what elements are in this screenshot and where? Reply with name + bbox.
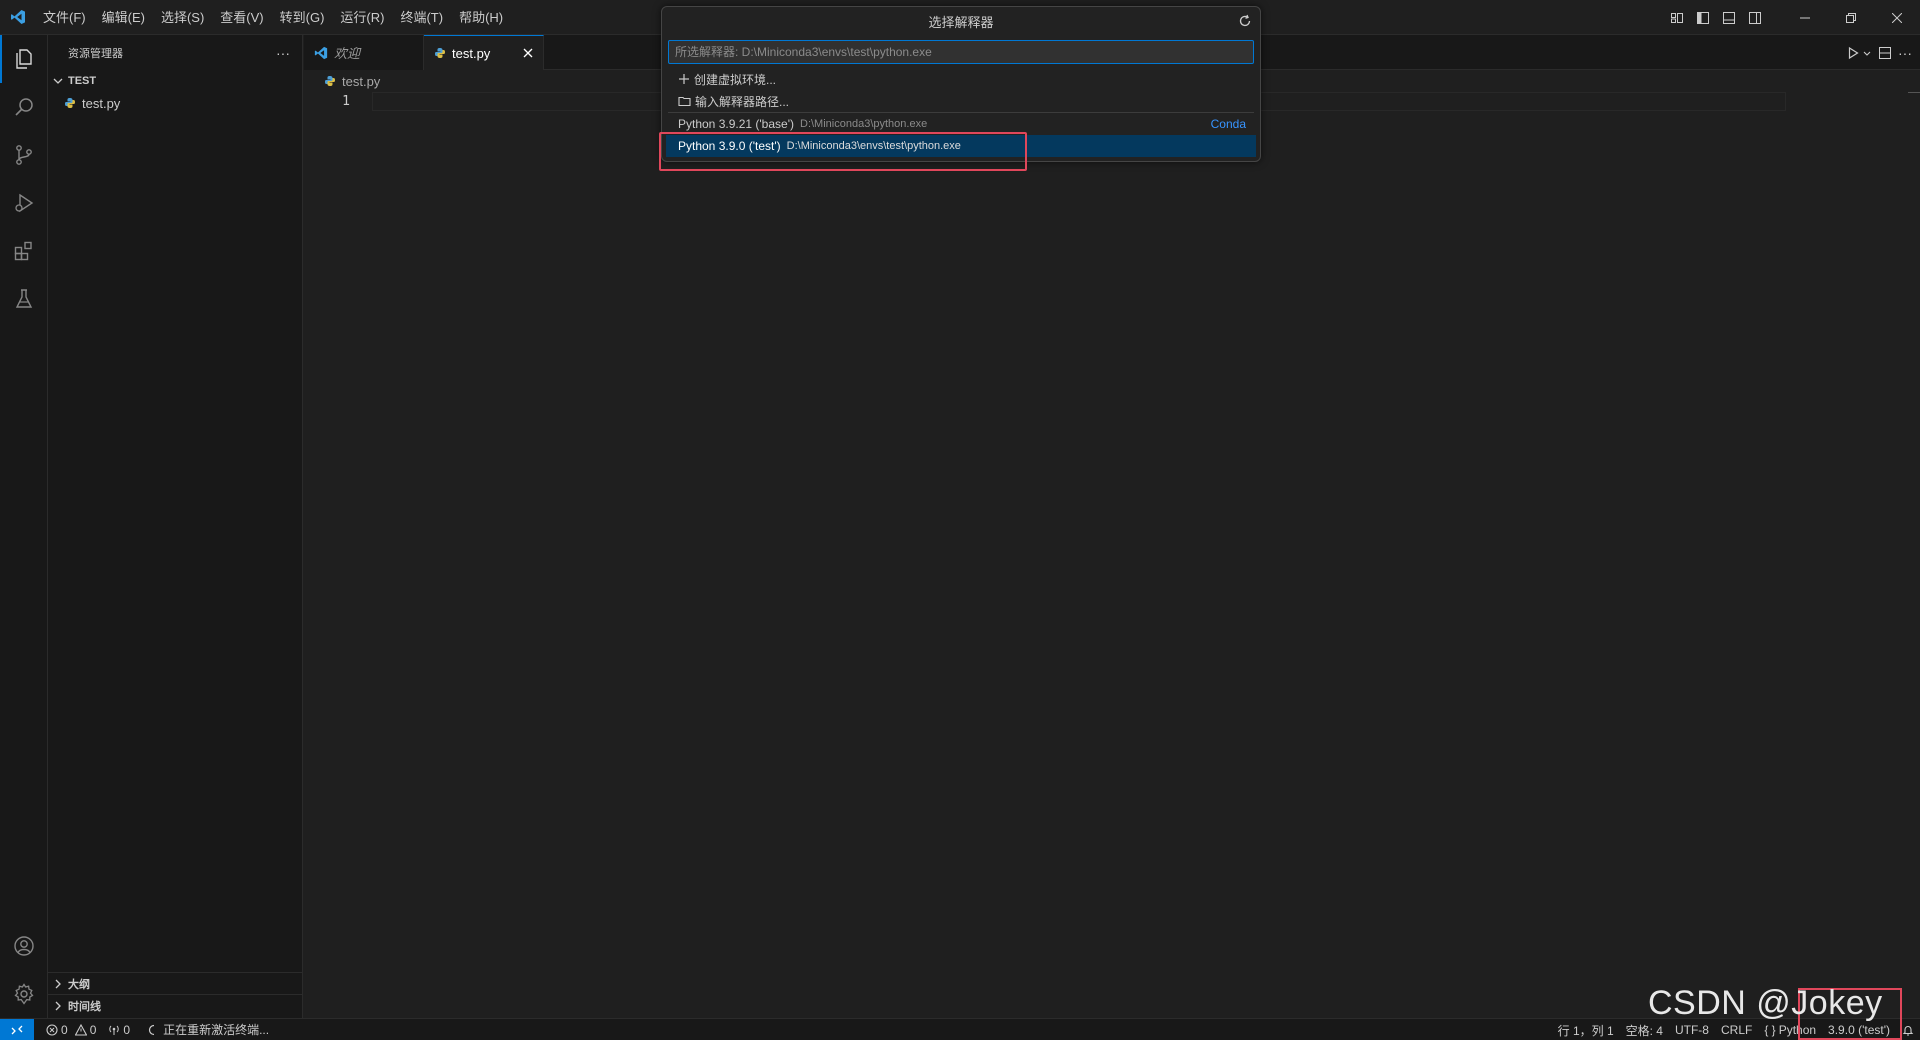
remote-indicator-icon[interactable]: [0, 1018, 34, 1040]
split-editor-icon[interactable]: [1878, 46, 1892, 60]
ports-count: 0: [123, 1022, 131, 1037]
outline-section[interactable]: 大纲: [48, 972, 302, 994]
folder-name: TEST: [68, 75, 97, 87]
braces-icon: { }: [1764, 1023, 1776, 1037]
menu-go[interactable]: 转到(G): [272, 0, 333, 35]
timeline-section[interactable]: 时间线: [48, 994, 302, 1016]
restore-icon[interactable]: [1828, 0, 1874, 35]
settings-gear-icon[interactable]: [0, 970, 48, 1018]
close-window-icon[interactable]: [1874, 0, 1920, 35]
source-control-icon[interactable]: [0, 131, 48, 179]
close-tab-icon[interactable]: [523, 48, 533, 58]
menu-view[interactable]: 查看(V): [212, 0, 271, 35]
refresh-icon[interactable]: [1236, 12, 1254, 30]
ports-indicator[interactable]: 0: [102, 1019, 136, 1040]
more-actions-button[interactable]: ···: [276, 45, 290, 61]
plus-icon: [678, 73, 690, 85]
testing-icon[interactable]: [0, 275, 48, 323]
quickpick-title: 选择解释器: [928, 14, 994, 30]
conda-tag: Conda: [1210, 117, 1246, 131]
explorer-sidebar: 资源管理器 ··· TEST test.py 大纲 时间线: [48, 35, 303, 1018]
run-and-debug-icon[interactable]: [0, 179, 48, 227]
search-icon[interactable]: [0, 83, 48, 131]
cursor-position[interactable]: 行 1，列 1: [1552, 1019, 1620, 1040]
run-python-file-icon[interactable]: [1846, 46, 1872, 60]
more-actions-icon[interactable]: ···: [1898, 45, 1912, 61]
minimap: [1908, 92, 1920, 93]
activity-bar: [0, 35, 48, 1018]
breadcrumb: test.py: [304, 70, 380, 92]
file-name: test.py: [82, 95, 121, 111]
tab-label: 欢迎: [334, 46, 361, 61]
chevron-down-icon: [52, 75, 64, 87]
python-file-icon: [324, 75, 336, 87]
minimize-icon[interactable]: [1782, 0, 1828, 35]
python-file-icon: [434, 47, 446, 59]
radio-tower-icon: [108, 1024, 120, 1036]
vscode-logo-icon: [314, 46, 328, 60]
folder-icon: [678, 95, 691, 107]
outline-label: 大纲: [68, 978, 90, 991]
chevron-right-icon: [52, 978, 64, 990]
file-item-test-py[interactable]: test.py: [48, 92, 302, 114]
menu-edit[interactable]: 编辑(E): [94, 0, 153, 35]
explorer-icon[interactable]: [0, 35, 48, 83]
toggle-panel-icon[interactable]: [1716, 0, 1742, 35]
menu-run[interactable]: 运行(R): [332, 0, 392, 35]
tab-welcome[interactable]: 欢迎: [304, 35, 424, 70]
editor-actions: ···: [1846, 35, 1920, 70]
toggle-secondary-sidebar-icon[interactable]: [1742, 0, 1768, 35]
activity-indicator: 正在重新激活终端...: [142, 1019, 275, 1040]
error-icon: [46, 1023, 58, 1036]
interpreter-label: Python 3.9.21 ('base'): [678, 117, 794, 131]
menu-help[interactable]: 帮助(H): [451, 0, 511, 35]
menu-file[interactable]: 文件(F): [35, 0, 94, 35]
enter-interpreter-path-item[interactable]: 输入解释器路径...: [662, 90, 1260, 112]
item-label: 输入解释器路径...: [695, 94, 790, 109]
breadcrumb-file[interactable]: test.py: [342, 74, 380, 89]
timeline-label: 时间线: [68, 1000, 101, 1013]
extensions-icon[interactable]: [0, 227, 48, 275]
item-label: 创建虚拟环境...: [694, 72, 777, 87]
accounts-icon[interactable]: [0, 922, 48, 970]
menu-selection[interactable]: 选择(S): [153, 0, 212, 35]
warning-count: 0: [89, 1022, 97, 1037]
folder-section-test[interactable]: TEST: [48, 70, 302, 92]
chevron-right-icon: [52, 1000, 64, 1012]
warning-icon: [74, 1023, 87, 1036]
watermark: CSDN @Jokey: [1648, 984, 1883, 1022]
vscode-logo-icon: [0, 0, 35, 35]
create-environment-item[interactable]: 创建虚拟环境...: [662, 68, 1260, 90]
window-controls: [1664, 0, 1920, 35]
line-number: 1: [342, 94, 350, 109]
status-bar: 0 0 0 正在重新激活终端... 行 1，列 1 空格: 4 UTF-8 CR…: [0, 1018, 1920, 1040]
problems-indicator[interactable]: 0 0: [40, 1019, 102, 1040]
activity-text: 正在重新激活终端...: [163, 1023, 270, 1037]
interpreter-path: D:\Miniconda3\python.exe: [800, 118, 928, 130]
tab-label: test.py: [452, 45, 491, 61]
annotation-highlight-box: [659, 132, 1027, 171]
error-count: 0: [61, 1022, 68, 1037]
toggle-primary-sidebar-icon[interactable]: [1690, 0, 1716, 35]
loading-spinner-icon: [148, 1024, 160, 1036]
python-file-icon: [64, 97, 76, 109]
menu-bar: 文件(F) 编辑(E) 选择(S) 查看(V) 转到(G) 运行(R) 终端(T…: [35, 0, 511, 35]
menu-terminal[interactable]: 终端(T): [392, 0, 451, 35]
sidebar-title: 资源管理器: [68, 47, 123, 60]
customize-layout-icon[interactable]: [1664, 0, 1690, 35]
tab-test-py[interactable]: test.py: [424, 35, 544, 70]
interpreter-search-input[interactable]: [668, 40, 1254, 64]
